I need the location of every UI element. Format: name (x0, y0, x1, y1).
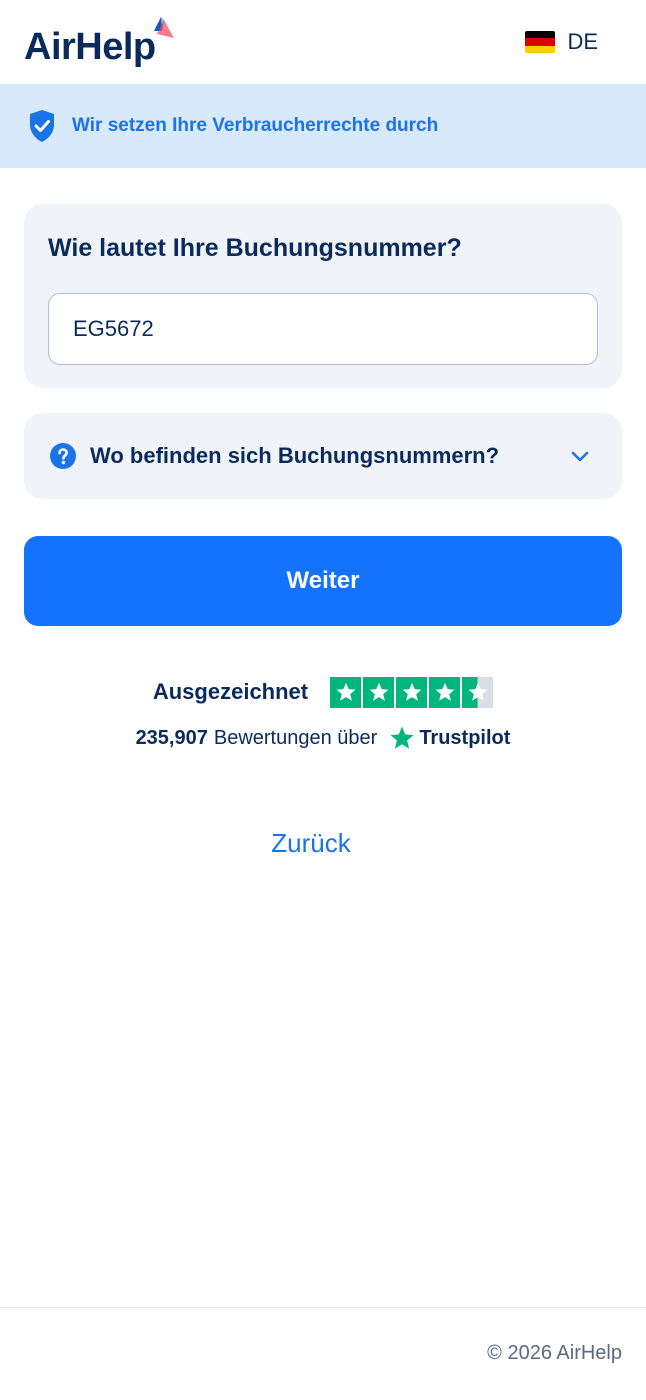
review-count: 235,907 (135, 726, 208, 749)
booking-number-input[interactable] (48, 293, 598, 365)
continue-button[interactable]: Weiter (24, 536, 622, 626)
airhelp-logo[interactable]: AirHelp (24, 17, 194, 74)
trustpilot-brand-text: Trustpilot (419, 726, 511, 749)
germany-flag-icon (525, 31, 556, 53)
page: AirHelp DE Wir setzen Ihre Verbraucherre… (0, 0, 646, 1400)
trustpilot-reviews-row: 235,907 Bewertungen über Trustpilot (0, 722, 646, 754)
trustpilot-star-icon (396, 676, 428, 708)
shield-check-icon (30, 110, 54, 142)
logo-mark-icon (154, 17, 174, 38)
logo-text: AirHelp (24, 26, 156, 68)
trustpilot-stars (330, 676, 494, 708)
trustpilot-half-star-icon (462, 676, 494, 708)
reviews-text: Bewertungen über (213, 726, 378, 749)
banner-text: Wir setzen Ihre Verbraucherrechte durch (72, 115, 439, 136)
back-link[interactable]: Zurück (0, 828, 622, 859)
trustpilot-star-icon (330, 676, 362, 708)
accordion-label: Wo befinden sich Buchungsnummern? (90, 443, 500, 468)
question-circle-icon (50, 443, 76, 469)
language-code: DE (567, 29, 598, 54)
trustpilot-brand[interactable]: Trustpilot (389, 725, 510, 751)
booking-number-help-accordion[interactable]: Wo befinden sich Buchungsnummern? (24, 413, 622, 499)
copyright-text: © 2026 AirHelp (487, 1342, 622, 1364)
footer: © 2026 AirHelp (0, 1307, 646, 1400)
trustpilot-star-logo-icon (390, 726, 414, 749)
trustpilot-rating-row: Ausgezeichnet (0, 676, 646, 708)
header: AirHelp DE (0, 0, 646, 84)
booking-number-card: Wie lautet Ihre Buchungsnummer? (24, 204, 622, 388)
chevron-down-icon (571, 451, 589, 462)
trustpilot-star-icon (429, 676, 461, 708)
trustpilot-rating-text: Ausgezeichnet (152, 679, 309, 704)
language-selector[interactable]: DE (525, 28, 598, 56)
booking-question: Wie lautet Ihre Buchungsnummer? (48, 234, 462, 262)
trustpilot-star-icon (363, 676, 395, 708)
consumer-rights-banner: Wir setzen Ihre Verbraucherrechte durch (0, 84, 646, 168)
